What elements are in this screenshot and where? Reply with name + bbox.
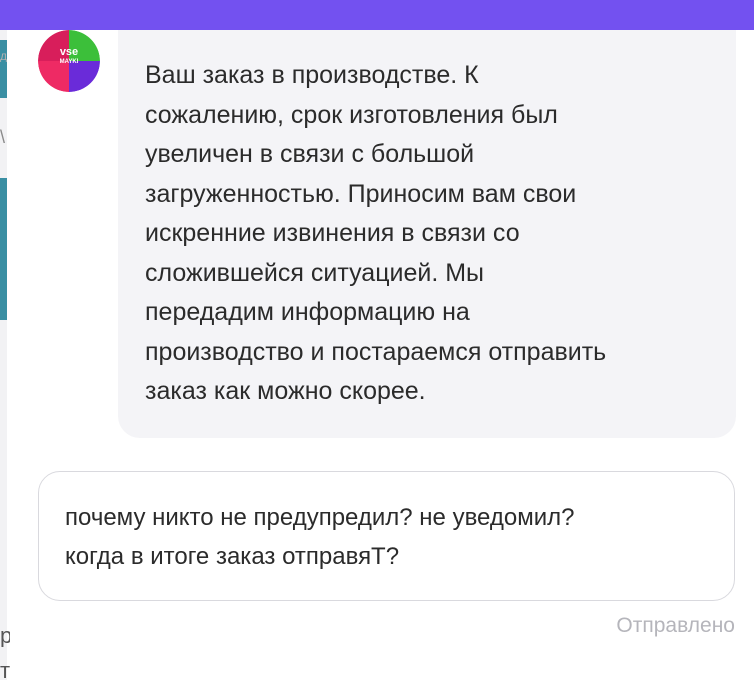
left-panel-fragment: \ (0, 128, 6, 146)
left-panel-accent (0, 40, 7, 98)
left-panel-fragment: т (0, 660, 10, 682)
vse-mayki-logo-icon: vse MAYKI (38, 30, 100, 92)
logo-line-1: vse (60, 46, 78, 58)
logo-line-2: MAYKI (60, 59, 79, 65)
outgoing-message-text: почему никто не предупредил? не уведомил… (65, 504, 575, 570)
incoming-message-text: Ваш заказ в производстве. К сожалению, с… (145, 61, 607, 405)
left-panel-accent (0, 178, 7, 320)
message-status: Отправлено (616, 614, 735, 637)
left-panel-fragment: д (0, 50, 8, 62)
shop-avatar[interactable]: vse MAYKI (38, 30, 100, 92)
incoming-message-bubble: Ваш заказ в производстве. К сожалению, с… (118, 30, 736, 438)
left-panel-fragment: р (0, 625, 10, 647)
top-header-bar (0, 0, 754, 30)
outgoing-message-bubble: почему никто не предупредил? не уведомил… (38, 471, 735, 601)
